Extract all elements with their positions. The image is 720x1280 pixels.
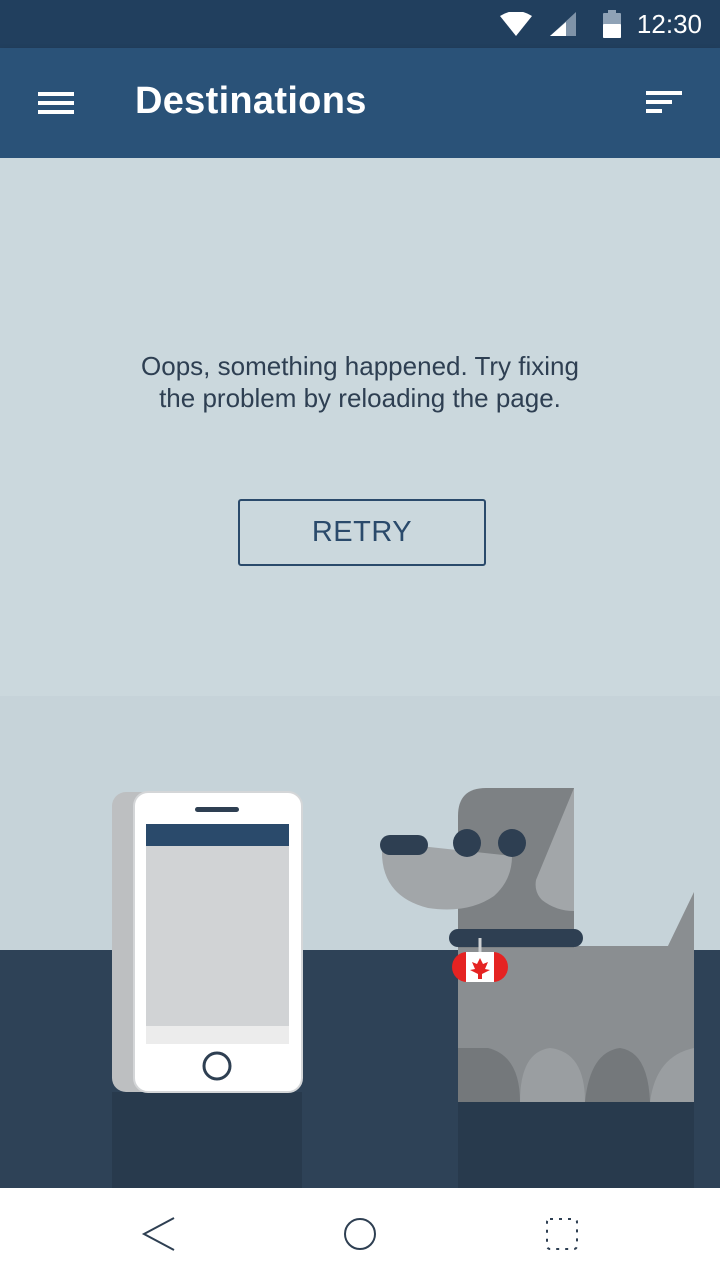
home-icon <box>344 1218 376 1250</box>
home-button[interactable] <box>330 1206 390 1262</box>
cellular-signal-icon <box>550 12 576 36</box>
recents-button[interactable] <box>532 1206 592 1262</box>
menu-icon <box>38 92 74 114</box>
page-title: Destinations <box>135 80 367 122</box>
app-bar: Destinations <box>0 48 720 158</box>
wifi-icon <box>500 12 532 36</box>
back-button[interactable] <box>128 1206 188 1262</box>
recents-icon <box>546 1218 578 1250</box>
phone-illustration <box>112 791 303 1093</box>
battery-icon <box>603 10 621 38</box>
error-message: Oops, something happened. Try fixing the… <box>141 351 579 413</box>
error-view: Oops, something happened. Try fixing the… <box>0 158 720 1188</box>
menu-button[interactable] <box>26 80 86 128</box>
status-bar: 12:30 <box>0 0 720 48</box>
status-time: 12:30 <box>636 9 702 39</box>
system-navigation-bar <box>0 1188 720 1280</box>
retry-button[interactable]: RETRY <box>238 499 486 566</box>
error-illustration <box>0 696 720 1188</box>
sort-button[interactable] <box>634 80 694 128</box>
back-icon <box>141 1217 175 1251</box>
sort-icon <box>646 91 682 113</box>
